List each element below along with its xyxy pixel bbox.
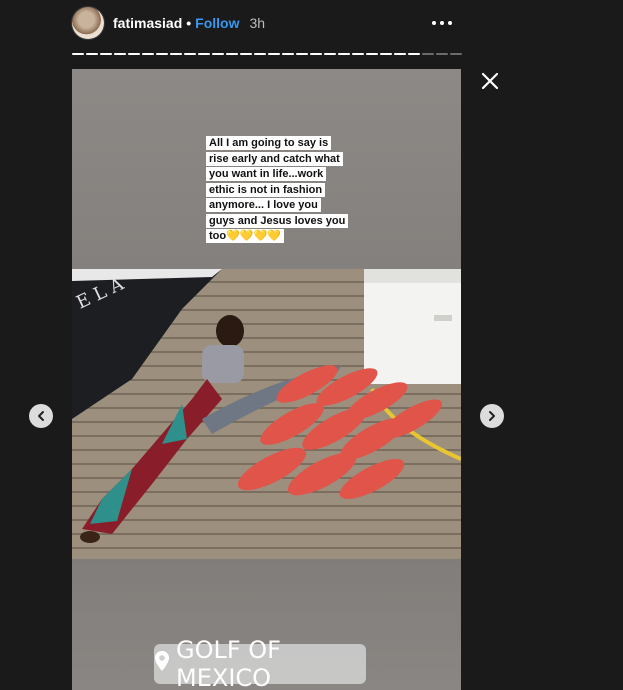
- progress-segment-viewed: [114, 53, 126, 55]
- username-link[interactable]: fatimasiad: [113, 15, 182, 31]
- previous-story-button[interactable]: [29, 404, 53, 428]
- progress-segment-viewed: [198, 53, 210, 55]
- follow-button[interactable]: Follow: [195, 15, 239, 31]
- story-caption-text: All I am going to say is rise early and …: [206, 136, 349, 243]
- progress-segment-viewed: [156, 53, 168, 55]
- progress-segment-viewed: [408, 53, 420, 55]
- progress-segment-viewed: [86, 53, 98, 55]
- progress-segment-viewed: [380, 53, 392, 55]
- progress-segment-viewed: [184, 53, 196, 55]
- progress-segment-viewed: [338, 53, 350, 55]
- progress-segment-viewed: [296, 53, 308, 55]
- story-caption: All I am going to say is rise early and …: [206, 136, 349, 245]
- progress-segment-viewed: [100, 53, 112, 55]
- chevron-right-icon: [489, 411, 495, 421]
- story-header: fatimasiad • Follow 3h: [72, 6, 462, 40]
- location-pin-icon: [154, 650, 170, 678]
- more-dot: [432, 21, 436, 25]
- story-progress-bar: [72, 53, 462, 56]
- progress-segment-viewed: [170, 53, 182, 55]
- story-frame[interactable]: All I am going to say is rise early and …: [72, 69, 461, 690]
- progress-segment-viewed: [324, 53, 336, 55]
- more-dot: [440, 21, 444, 25]
- more-options-icon[interactable]: [432, 15, 452, 31]
- progress-segment-viewed: [310, 53, 322, 55]
- progress-segment-unviewed: [422, 53, 434, 55]
- next-story-button[interactable]: [480, 404, 504, 428]
- more-dot: [448, 21, 452, 25]
- progress-segment-viewed: [282, 53, 294, 55]
- progress-segment-viewed: [240, 53, 252, 55]
- progress-segment-viewed: [394, 53, 406, 55]
- avatar[interactable]: [72, 7, 104, 39]
- progress-segment-viewed: [268, 53, 280, 55]
- chevron-left-icon: [38, 411, 44, 421]
- progress-segment-viewed: [366, 53, 378, 55]
- post-time: 3h: [249, 15, 266, 31]
- progress-segment-viewed: [254, 53, 266, 55]
- separator-dot: •: [186, 15, 192, 31]
- close-icon[interactable]: [479, 70, 501, 92]
- progress-segment-viewed: [352, 53, 364, 55]
- progress-segment-viewed: [72, 53, 84, 55]
- progress-segment-unviewed: [450, 53, 462, 55]
- location-sticker[interactable]: GOLF OF MEXICO: [154, 636, 366, 690]
- progress-segment-unviewed: [436, 53, 448, 55]
- location-text: GOLF OF MEXICO: [176, 636, 281, 690]
- progress-segment-viewed: [226, 53, 238, 55]
- progress-segment-viewed: [142, 53, 154, 55]
- progress-segment-viewed: [212, 53, 224, 55]
- story-photo: E L A: [72, 269, 461, 559]
- progress-segment-viewed: [128, 53, 140, 55]
